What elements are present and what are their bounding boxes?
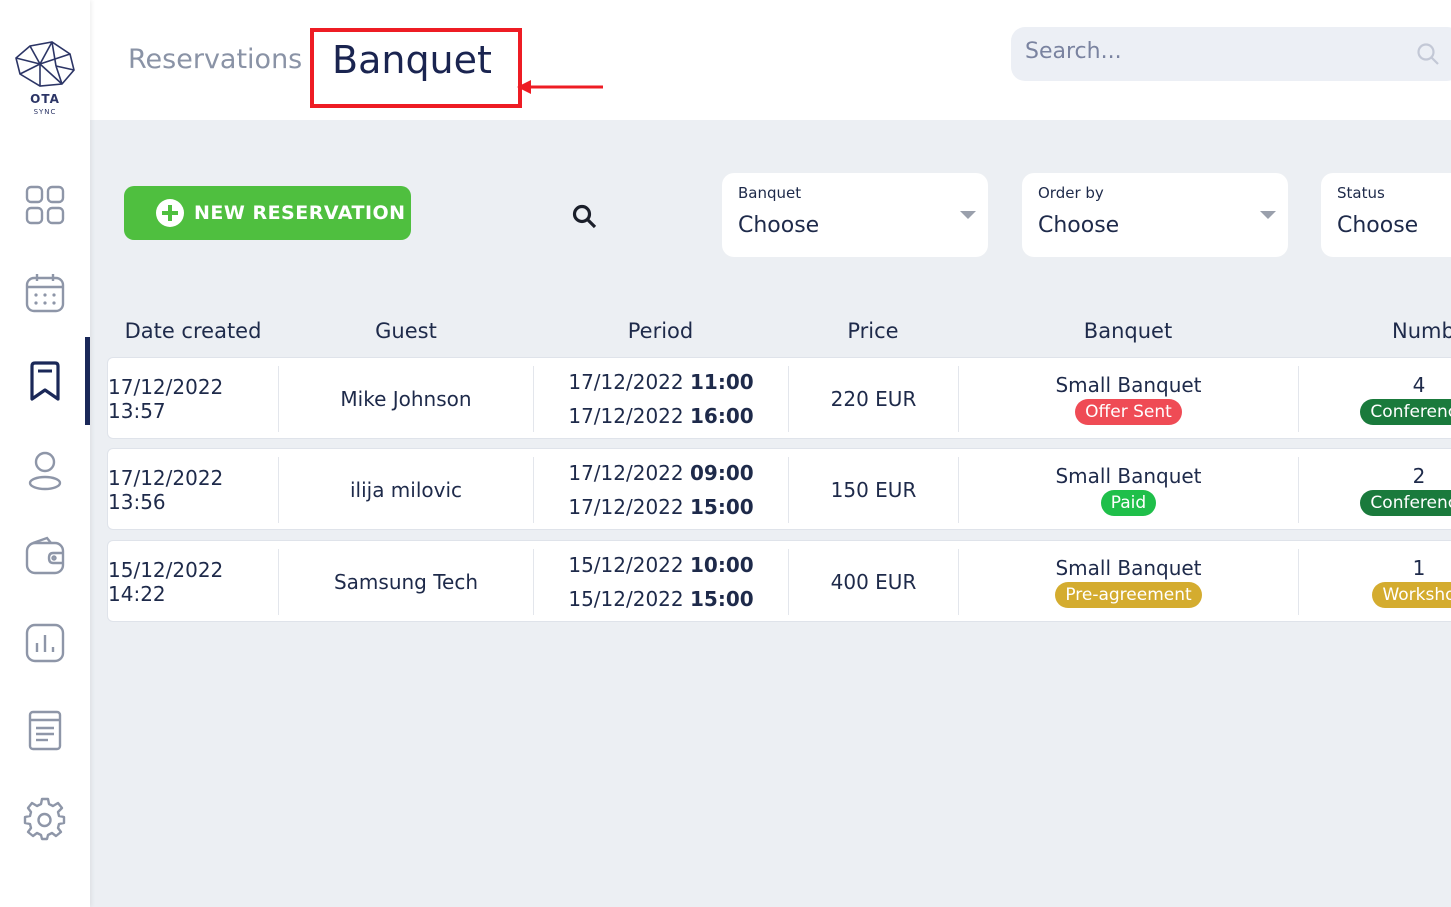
guest-count: 2 [1412, 464, 1426, 488]
status-filter-value: Choose [1337, 213, 1419, 238]
guest-count: 4 [1412, 373, 1426, 397]
annotation-arrow-icon [517, 80, 603, 94]
sidebar-item-guests[interactable] [0, 441, 90, 497]
status-filter-select[interactable]: Status Choose [1321, 173, 1451, 257]
table-row[interactable]: 17/12/2022 13:56 ilija milovic 17/12/202… [107, 448, 1451, 530]
guest-name: Samsung Tech [333, 570, 479, 594]
type-badge: Conference [1360, 490, 1451, 516]
page-header: Reservations Banquet [90, 0, 1451, 120]
banquet-name: Small Banquet [1055, 464, 1202, 488]
breadcrumb-reservations[interactable]: Reservations [128, 44, 302, 75]
period-start: 17/12/2022 11:00 [568, 370, 754, 394]
logo-subtext: SYNC [33, 108, 57, 116]
type-badge: Worksho [1372, 582, 1451, 608]
period-start: 17/12/2022 09:00 [568, 461, 754, 485]
banquet-filter-select[interactable]: Banquet Choose [722, 173, 988, 257]
logo-text: OTA [30, 92, 60, 106]
page-title: Banquet [332, 38, 492, 82]
status-badge: Paid [1100, 490, 1157, 516]
global-search [1011, 27, 1451, 81]
date-created: 17/12/2022 13:57 [108, 375, 224, 423]
document-icon [28, 710, 62, 751]
banquet-name: Small Banquet [1055, 556, 1202, 580]
sidebar-item-calendar[interactable] [0, 265, 90, 321]
banquet-filter-label: Banquet [738, 184, 802, 202]
order-by-select[interactable]: Order by Choose [1022, 173, 1288, 257]
price: 150 EUR [830, 478, 917, 502]
price: 400 EUR [830, 570, 917, 594]
column-header-banquet[interactable]: Banquet [958, 319, 1298, 343]
period-end: 15/12/2022 15:00 [568, 587, 754, 611]
logo-mark-icon [15, 41, 75, 87]
column-header-number[interactable]: Numb [1392, 319, 1451, 343]
column-header-date-created[interactable]: Date created [107, 319, 279, 343]
chevron-down-icon [1260, 211, 1276, 219]
banquet-name: Small Banquet [1055, 373, 1202, 397]
guest-name: ilija milovic [349, 478, 463, 502]
bookmark-icon [30, 361, 60, 401]
type-badge: Conference [1360, 399, 1451, 425]
guest-name: Mike Johnson [340, 387, 472, 411]
sidebar-item-finance[interactable] [0, 529, 90, 585]
price: 220 EUR [830, 387, 917, 411]
column-header-price[interactable]: Price [788, 319, 958, 343]
period-end: 17/12/2022 15:00 [568, 495, 754, 519]
period-start: 15/12/2022 10:00 [568, 553, 754, 577]
status-badge: Offer Sent [1075, 399, 1182, 425]
dashboard-icon [25, 185, 65, 225]
plus-circle-icon [156, 199, 184, 227]
table-row[interactable]: 17/12/2022 13:57 Mike Johnson 17/12/2022… [107, 357, 1451, 439]
new-reservation-button[interactable]: NEW RESERVATION [124, 186, 411, 240]
sidebar-item-reservations[interactable] [0, 337, 90, 425]
chevron-down-icon [960, 211, 976, 219]
new-reservation-label: NEW RESERVATION [194, 202, 406, 224]
calendar-icon [25, 274, 65, 313]
order-by-value: Choose [1038, 213, 1120, 238]
status-filter-label: Status [1337, 184, 1385, 202]
ota-sync-logo[interactable]: OTA SYNC [12, 40, 78, 120]
period-end: 17/12/2022 16:00 [568, 404, 754, 428]
sidebar: OTA SYNC [0, 0, 90, 907]
column-header-guest[interactable]: Guest [279, 319, 533, 343]
table-row[interactable]: 15/12/2022 14:22 Samsung Tech 15/12/2022… [107, 540, 1451, 622]
user-icon [28, 451, 62, 491]
gear-icon [23, 797, 66, 841]
order-by-label: Order by [1038, 184, 1104, 202]
date-created: 15/12/2022 14:22 [108, 558, 224, 606]
search-icon[interactable] [1415, 41, 1441, 67]
sidebar-item-reports[interactable] [0, 615, 90, 671]
column-header-period[interactable]: Period [533, 319, 788, 343]
guest-count: 1 [1412, 556, 1426, 580]
wallet-icon [25, 536, 65, 575]
status-badge: Pre-agreement [1055, 582, 1202, 608]
chart-icon [25, 623, 65, 663]
search-icon[interactable] [570, 202, 598, 230]
sidebar-item-settings[interactable] [0, 791, 90, 847]
sidebar-item-dashboard[interactable] [0, 177, 90, 233]
date-created: 17/12/2022 13:56 [108, 466, 224, 514]
sidebar-item-documents[interactable] [0, 702, 90, 758]
search-input[interactable] [1025, 39, 1405, 64]
banquet-filter-value: Choose [738, 213, 820, 238]
